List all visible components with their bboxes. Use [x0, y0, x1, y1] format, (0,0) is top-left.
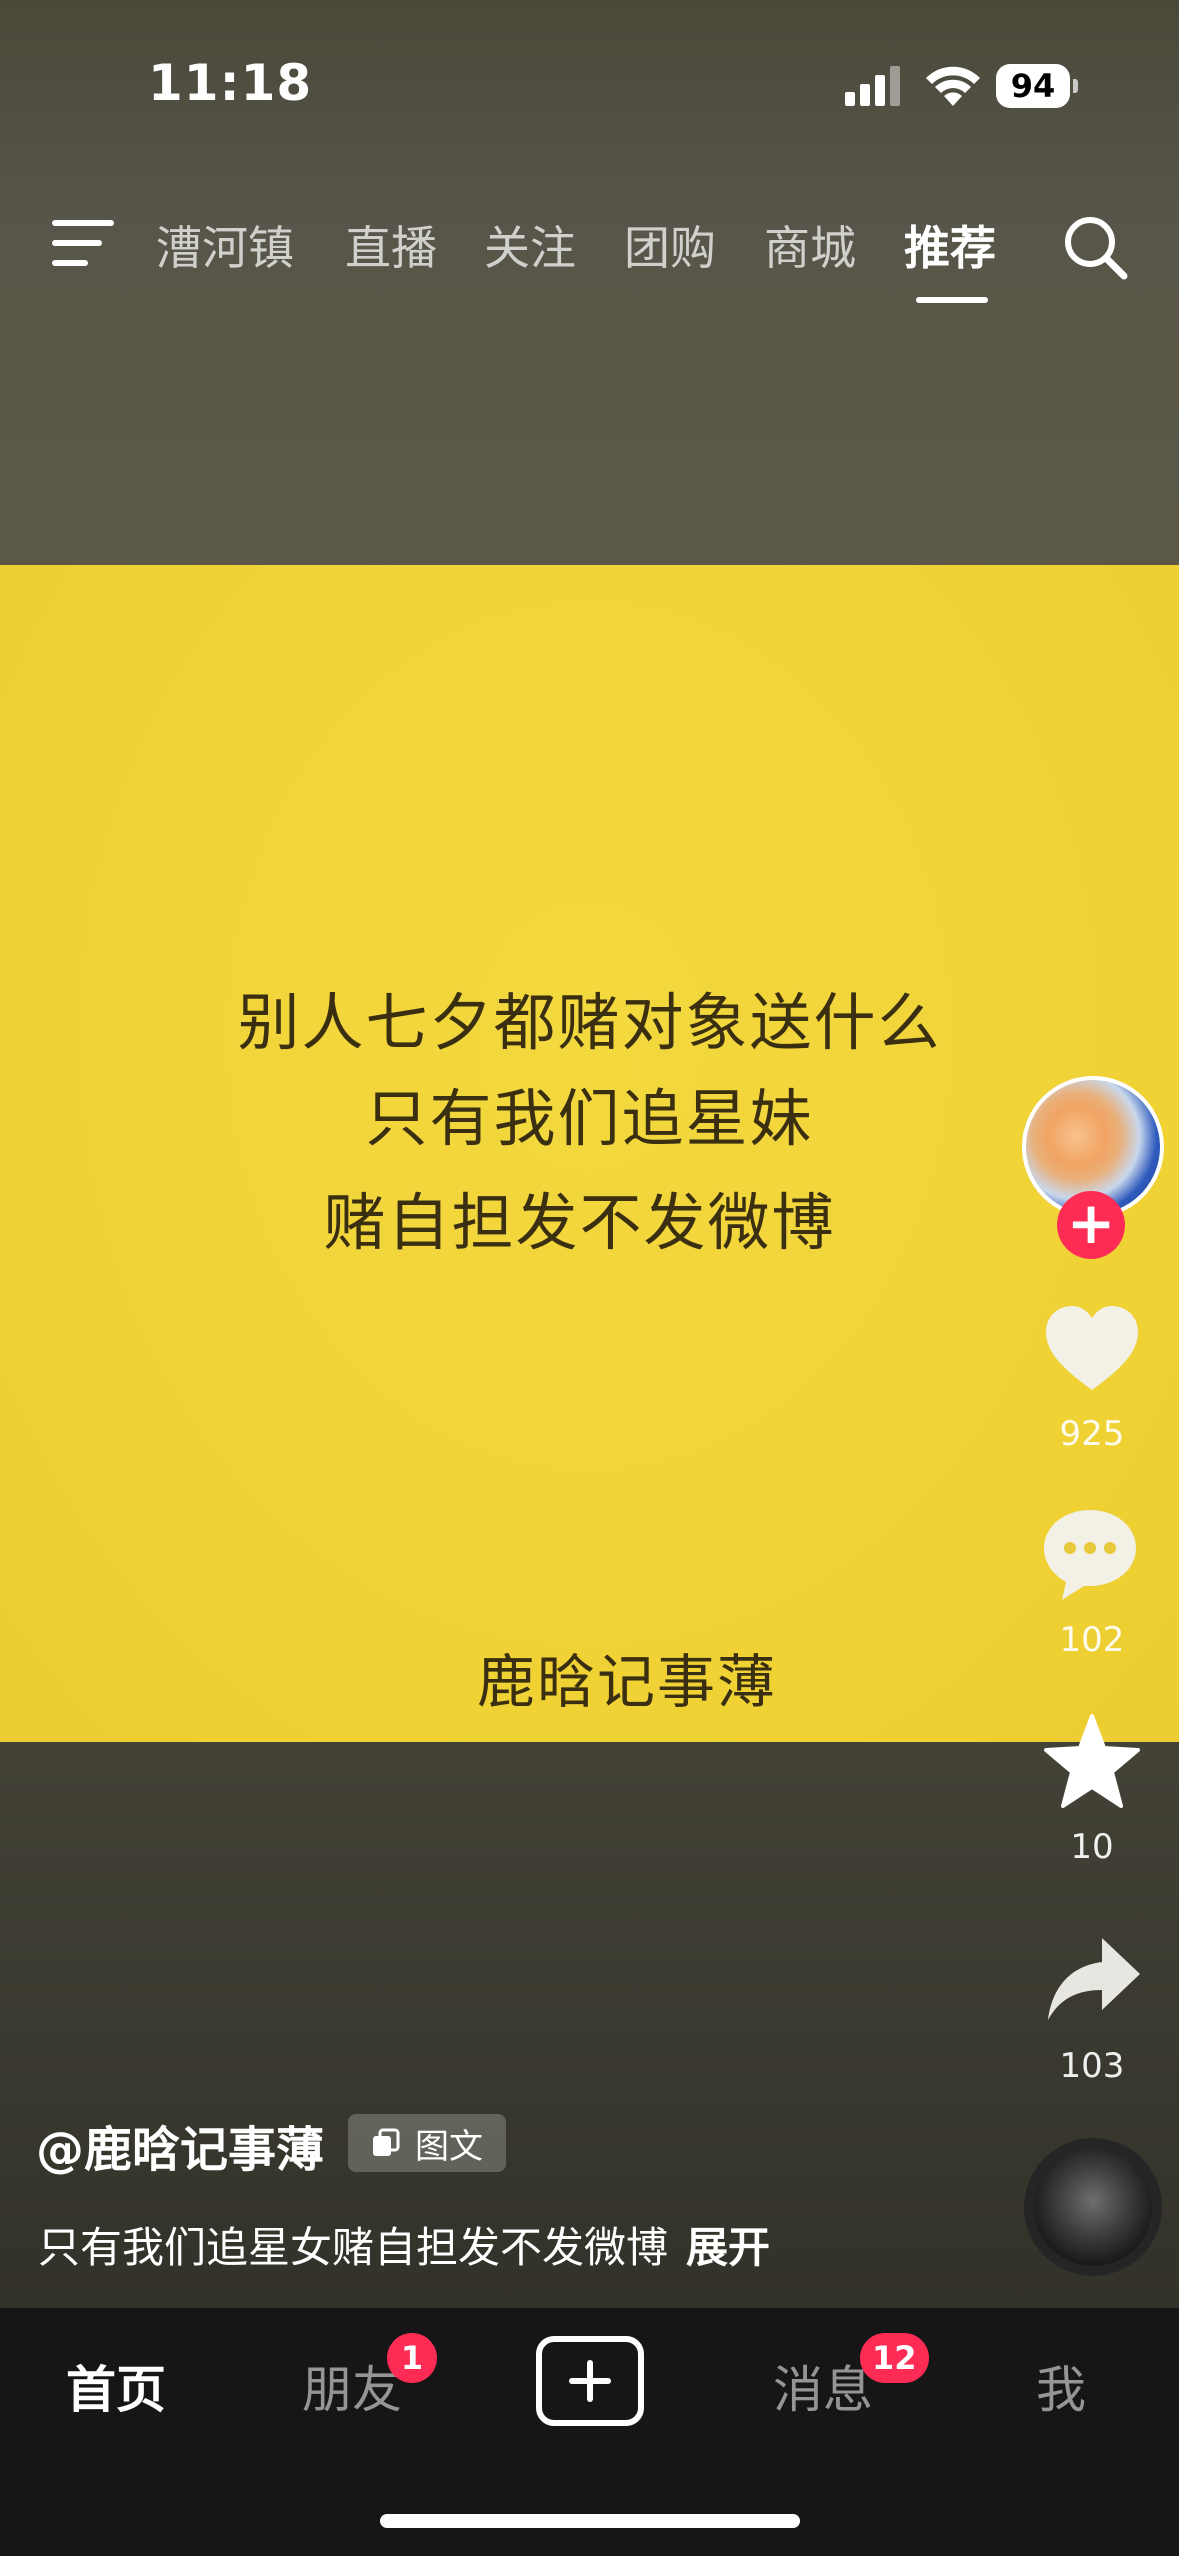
cellular-signal-icon: [845, 66, 900, 106]
friends-badge: 1: [387, 2333, 437, 2383]
wifi-icon: [926, 66, 980, 106]
music-disc-icon[interactable]: [1024, 2138, 1162, 2276]
tab-group-buy[interactable]: 团购: [624, 212, 716, 278]
like-count: 925: [1059, 1414, 1125, 1454]
plus-icon: [569, 2360, 611, 2402]
author-name[interactable]: @鹿晗记事薄: [36, 2110, 324, 2180]
search-icon[interactable]: [1060, 212, 1130, 282]
follow-button[interactable]: +: [1057, 1191, 1125, 1259]
tab-messages[interactable]: 消息: [773, 2350, 873, 2422]
star-icon[interactable]: [1042, 1712, 1142, 1812]
messages-badge: 12: [860, 2333, 929, 2383]
post-description: 只有我们追星女赌自担发不发微博 展开: [38, 2214, 770, 2275]
create-button[interactable]: [536, 2336, 644, 2426]
comment-icon[interactable]: [1040, 1504, 1140, 1604]
tab-live[interactable]: 直播: [345, 212, 437, 278]
tab-mall[interactable]: 商城: [764, 212, 856, 278]
post-signature: 鹿晗记事薄: [477, 1648, 778, 1716]
status-time: 11:18: [148, 54, 313, 112]
home-indicator: [380, 2514, 800, 2528]
heart-icon[interactable]: [1042, 1300, 1142, 1400]
post-text-line-2: 只有我们追星妹: [365, 1082, 814, 1155]
tab-local[interactable]: 漕河镇: [156, 212, 294, 278]
content-type-label: 图文: [415, 2126, 483, 2167]
expand-link[interactable]: 展开: [686, 2223, 770, 2272]
image-text-icon: [373, 2128, 400, 2156]
post-text-line-3: 赌自担发不发微博: [323, 1186, 836, 1259]
battery-level: 94: [1010, 67, 1056, 105]
share-count: 103: [1059, 2046, 1125, 2086]
tab-recommended[interactable]: 推荐: [904, 212, 996, 278]
description-text: 只有我们追星女赌自担发不发微博: [38, 2223, 669, 2272]
tab-home[interactable]: 首页: [66, 2350, 166, 2422]
post-text-line-1: 别人七夕都赌对象送什么: [237, 986, 942, 1059]
active-tab-indicator: [916, 297, 988, 303]
menu-icon[interactable]: [50, 218, 116, 270]
battery-icon: 94: [996, 64, 1078, 108]
share-icon[interactable]: [1044, 1930, 1144, 2030]
comment-count: 102: [1059, 1620, 1125, 1660]
tab-me[interactable]: 我: [1036, 2350, 1086, 2422]
content-type-tag: 图文: [348, 2114, 506, 2172]
favorite-count: 10: [1070, 1827, 1114, 1867]
tab-following[interactable]: 关注: [484, 212, 576, 278]
